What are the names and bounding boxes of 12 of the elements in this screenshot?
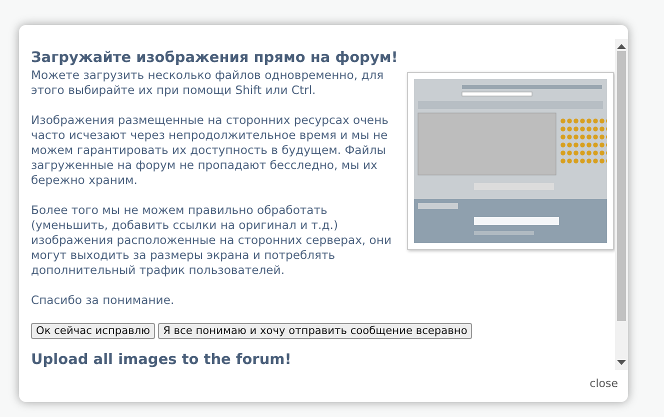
section-heading: Upload all images to the forum! — [31, 351, 292, 370]
paragraph: Изображения размещенные на сторонних ресурсах очень часто исчезают через непродолжительное время и мы не можем гарантировать их доступность в будущем. Файлы загруженные на форум не пропадают бесследно, мы их бережно храним. — [31, 113, 390, 188]
paragraph: Можете загрузить несколько файлов одновременно, для этого выбирайте их при помощи Shift или Ctrl. — [31, 68, 385, 98]
scroll-down-icon[interactable] — [617, 359, 626, 366]
paragraph: Спасибо за понимание. — [31, 293, 176, 308]
paragraph: Более того мы не можем правильно обработать (уменьшить, добавить ссылки на оригинал и т.д.) изображения расположенные на сторонних серверах, они могут выходить за размеры экрана и потреблять дополнительный трафик пользователей. — [31, 203, 393, 278]
close-link[interactable]: close — [590, 377, 618, 390]
dialog-heading: Загружайте изображения прямо на форум! — [31, 49, 398, 68]
scrollbar[interactable] — [615, 39, 628, 370]
scrollbar-thumb[interactable] — [617, 51, 626, 321]
dialog-button[interactable]: Ок сейчас исправлю — [31, 323, 156, 339]
dialog-button[interactable]: Я все понимаю и хочу отправить сообщение всеравно — [158, 323, 472, 339]
